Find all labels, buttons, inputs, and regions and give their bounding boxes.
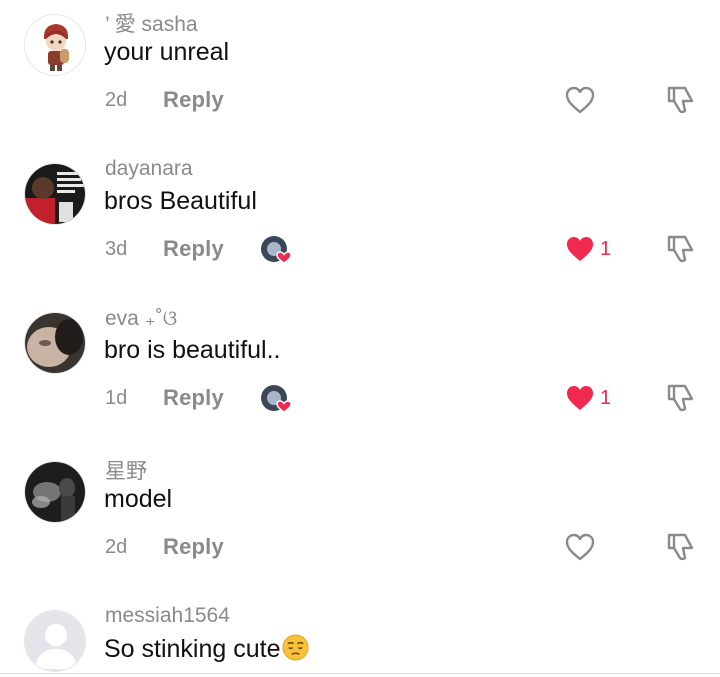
heart-outline-icon[interactable]: [564, 532, 596, 562]
comment-item: dayanara bros Beautiful 3d Reply 1: [0, 149, 720, 298]
heart-filled-icon[interactable]: [564, 383, 596, 413]
avatar[interactable]: [24, 312, 86, 374]
comment-item: 星野 model 2d Reply: [0, 447, 720, 596]
comment-time: 2d: [105, 536, 128, 558]
smoke-avatar: [25, 462, 85, 522]
comment-username[interactable]: ’ 愛 sasha: [105, 8, 198, 38]
dislike-icon[interactable]: [665, 531, 697, 563]
reply-button[interactable]: Reply: [163, 236, 224, 262]
comment-text: your unreal: [104, 38, 230, 66]
comment-text-value: So stinking cute: [104, 635, 281, 663]
dislike-icon[interactable]: [665, 382, 697, 414]
reply-button[interactable]: Reply: [163, 385, 224, 411]
comment-time: 2d: [105, 89, 128, 111]
avatar[interactable]: [24, 14, 86, 76]
avatar[interactable]: [24, 163, 86, 225]
comment-item: ’ 愛 sasha your unreal 2d Reply: [0, 0, 720, 149]
dislike-icon[interactable]: [665, 84, 697, 116]
creator-liked-badge-icon: [261, 385, 292, 413]
comment-text: bros Beautiful: [104, 187, 257, 215]
avatar[interactable]: [24, 610, 86, 672]
heart-filled-icon[interactable]: [564, 234, 596, 264]
avatar[interactable]: [24, 461, 86, 523]
comment-item: messiah1564 So stinking cute: [0, 596, 720, 677]
chibi-avatar: [25, 15, 85, 75]
comment-time: 3d: [105, 238, 128, 260]
comment-username[interactable]: dayanara: [105, 157, 193, 181]
comment-item: eva ₊˚ଓ bro is beautiful.. 1d Reply 1: [0, 298, 720, 447]
meme-avatar: [25, 164, 85, 224]
comment-username[interactable]: 星野: [105, 455, 147, 485]
comment-username[interactable]: eva ₊˚ଓ: [105, 306, 177, 331]
like-count: 1: [600, 387, 612, 409]
pensive-face-emoji: [281, 634, 309, 661]
comment-text: So stinking cute: [104, 634, 309, 664]
face-avatar: [25, 313, 85, 373]
default-avatar: [25, 611, 85, 671]
comment-time: 1d: [105, 387, 128, 409]
heart-outline-icon[interactable]: [564, 85, 596, 115]
reply-button[interactable]: Reply: [163, 87, 224, 113]
like-count: 1: [600, 238, 612, 260]
reply-button[interactable]: Reply: [163, 534, 224, 560]
dislike-icon[interactable]: [665, 233, 697, 265]
comment-text: bro is beautiful..: [104, 336, 281, 364]
comment-username[interactable]: messiah1564: [105, 604, 230, 628]
comment-text: model: [104, 485, 173, 513]
creator-liked-badge-icon: [261, 236, 292, 264]
divider: [0, 673, 720, 674]
